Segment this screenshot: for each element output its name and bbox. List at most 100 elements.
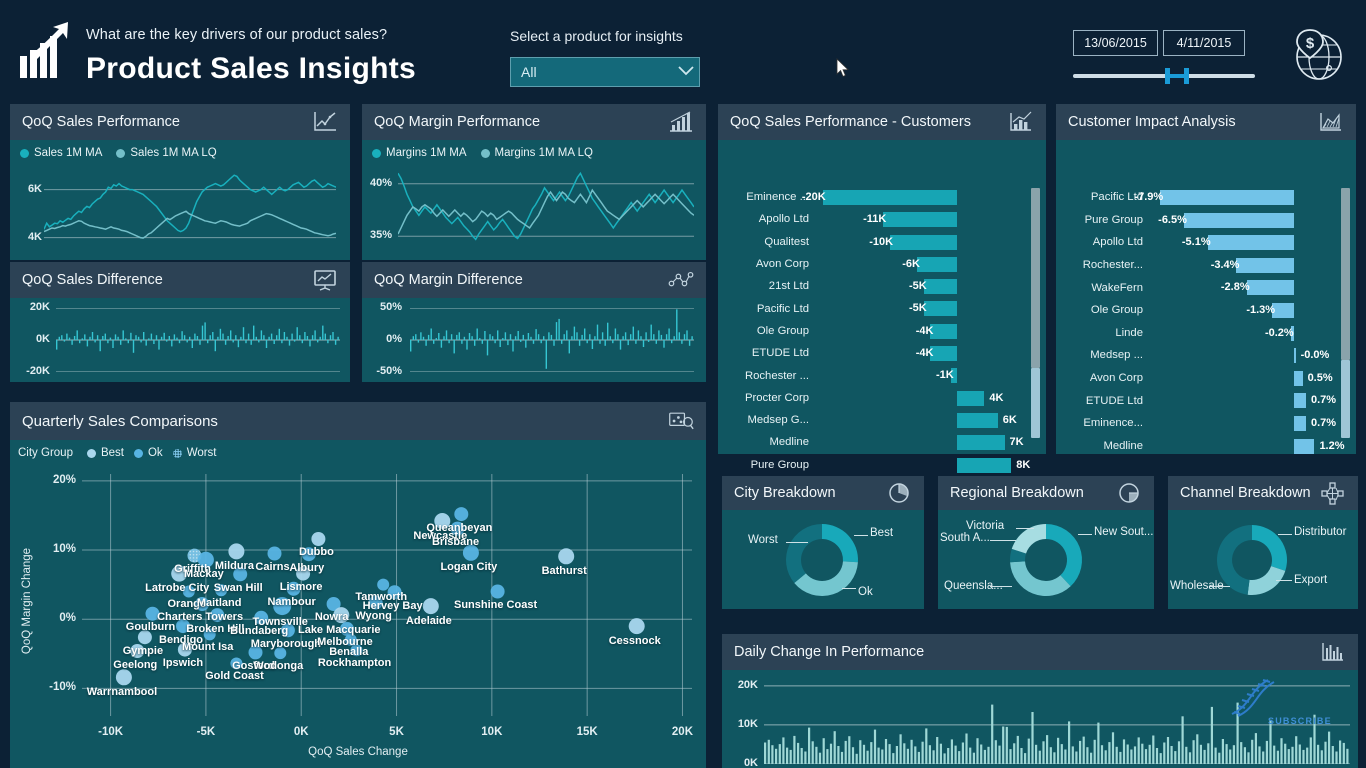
- scrollbar-lower[interactable]: [1031, 368, 1040, 438]
- date-slider-track[interactable]: [1073, 74, 1255, 78]
- panel-qoq-sales-difference[interactable]: QoQ Sales Difference 20K 0K -20K: [10, 262, 350, 382]
- bar[interactable]: [1294, 370, 1303, 386]
- bar-row[interactable]: Medsep G... 6K: [724, 409, 1024, 431]
- donut-slice[interactable]: [794, 561, 858, 596]
- bar[interactable]: [957, 412, 998, 428]
- scatter-point[interactable]: [267, 546, 282, 561]
- bar-row[interactable]: Medsep ... -0.0%: [1062, 344, 1334, 367]
- scatter-point[interactable]: [377, 578, 390, 591]
- legend-item[interactable]: Margins 1M MA: [372, 147, 467, 159]
- bar[interactable]: [1183, 212, 1295, 228]
- bar-row[interactable]: Eminence ... -20K: [724, 186, 1024, 208]
- bar[interactable]: [883, 212, 958, 228]
- scatter-point[interactable]: [628, 618, 645, 635]
- bar-row[interactable]: Ole Group -4K: [724, 320, 1024, 342]
- donut-slice[interactable]: [786, 524, 822, 583]
- bar-row[interactable]: Eminence... 0.7%: [1062, 412, 1336, 435]
- bar-row[interactable]: 21st Ltd -5K: [724, 275, 1024, 297]
- bar-row[interactable]: Pure Group -6.5%: [1062, 209, 1334, 232]
- bar[interactable]: [923, 301, 958, 317]
- bar[interactable]: [1294, 415, 1306, 431]
- donut-slice[interactable]: [1252, 525, 1287, 571]
- bar[interactable]: [1160, 190, 1295, 205]
- scrollbar-track[interactable]: [1031, 188, 1040, 438]
- panel-qoq-margin-difference[interactable]: QoQ Margin Difference 50% 0% -50%: [362, 262, 706, 382]
- legend-item[interactable]: Best: [86, 447, 124, 459]
- bar[interactable]: [1236, 257, 1295, 273]
- bar-row[interactable]: Medline 7K: [724, 431, 1024, 453]
- legend-item[interactable]: Sales 1M MA LQ: [116, 147, 217, 159]
- panel-channel-breakdown[interactable]: Channel Breakdown Distributor Export Whole…: [1168, 476, 1358, 609]
- bar[interactable]: [957, 435, 1005, 451]
- bar-row[interactable]: Procter Corp 4K: [724, 387, 1024, 409]
- bar[interactable]: [930, 346, 958, 362]
- bar[interactable]: [957, 457, 1012, 473]
- date-slider-handle[interactable]: [1165, 68, 1189, 84]
- bar-row[interactable]: Pacific Ltd -7.9%: [1062, 186, 1334, 209]
- scatter-point[interactable]: [115, 669, 132, 686]
- bar[interactable]: [1246, 280, 1295, 296]
- date-to-field[interactable]: 4/11/2015: [1163, 30, 1245, 56]
- x-axis-title: QoQ Sales Change: [308, 746, 408, 758]
- legend-item[interactable]: Sales 1M MA: [20, 147, 102, 159]
- donut-slice[interactable]: [822, 524, 858, 563]
- bar[interactable]: [923, 279, 958, 295]
- legend-label: Worst: [186, 447, 217, 459]
- bar-row[interactable]: Qualitest -10K: [724, 231, 1024, 253]
- bar[interactable]: [1294, 393, 1306, 409]
- bar-row[interactable]: Linde -0.2%: [1062, 322, 1334, 345]
- panel-title: Regional Breakdown: [950, 485, 1084, 501]
- panel-regional-breakdown[interactable]: Regional Breakdown New Sout... Queensla..…: [938, 476, 1154, 609]
- legend-item[interactable]: Worst: [172, 447, 217, 459]
- bar-row[interactable]: Medline 1.2%: [1062, 435, 1345, 458]
- panel-quarterly-sales-comparisons[interactable]: Quarterly Sales Comparisons City Group B…: [10, 402, 706, 768]
- panel-qoq-sales-performance[interactable]: QoQ Sales Performance Sales 1M MA Sales …: [10, 104, 350, 260]
- bar-row[interactable]: Ole Group -1.3%: [1062, 299, 1334, 322]
- bar[interactable]: [890, 234, 958, 250]
- scatter-point[interactable]: [422, 598, 439, 615]
- scrollbar-lower[interactable]: [1341, 360, 1350, 438]
- panel-city-breakdown[interactable]: City Breakdown Best Ok Worst: [722, 476, 924, 609]
- product-slicer[interactable]: All: [510, 57, 700, 87]
- scrollbar-thumb[interactable]: [1031, 188, 1040, 368]
- panel-qoq-margin-performance[interactable]: QoQ Margin Performance Margins 1M MA Mar…: [362, 104, 706, 260]
- bar-row[interactable]: Rochester... -3.4%: [1062, 254, 1334, 277]
- donut-slice[interactable]: [1010, 561, 1071, 596]
- bar[interactable]: [822, 190, 958, 205]
- bar-row[interactable]: WakeFern -2.8%: [1062, 276, 1334, 299]
- bar-row[interactable]: Apollo Ltd -11K: [724, 208, 1024, 230]
- panel-qoq-sales-performance-customers[interactable]: QoQ Sales Performance - Customers Eminen…: [718, 104, 1046, 473]
- bar[interactable]: [930, 323, 958, 339]
- legend-item[interactable]: Ok: [133, 447, 163, 459]
- bar-row[interactable]: Avon Corp -6K: [724, 253, 1024, 275]
- bar[interactable]: [1294, 348, 1296, 364]
- scatter-point[interactable]: [490, 584, 505, 599]
- scatter-point[interactable]: [558, 548, 575, 565]
- bar-row[interactable]: Pure Group 8K: [724, 454, 1030, 476]
- bar-row[interactable]: ETUDE Ltd -4K: [724, 342, 1024, 364]
- donut-slice[interactable]: [1046, 524, 1082, 587]
- bar-row[interactable]: Rochester ... -1K: [724, 364, 1024, 386]
- date-range-slicer[interactable]: 13/06/2015 4/11/2015: [1073, 30, 1258, 85]
- scrollbar-track[interactable]: [1341, 188, 1350, 438]
- bar-row[interactable]: Avon Corp 0.5%: [1062, 367, 1334, 390]
- bar-row[interactable]: ETUDE Ltd 0.7%: [1062, 389, 1336, 412]
- bar[interactable]: [1272, 302, 1295, 318]
- bar[interactable]: [917, 256, 958, 272]
- bar[interactable]: [1207, 235, 1295, 251]
- scrollbar-thumb[interactable]: [1341, 188, 1350, 360]
- legend-item[interactable]: Margins 1M MA LQ: [480, 147, 593, 159]
- bar[interactable]: [957, 390, 985, 406]
- donut-chart: Distributor Export Wholesale: [1168, 510, 1358, 609]
- bar[interactable]: [1294, 438, 1315, 454]
- date-from-field[interactable]: 13/06/2015: [1073, 30, 1158, 56]
- bar-row[interactable]: Apollo Ltd -5.1%: [1062, 231, 1334, 254]
- node-graph-icon: [668, 271, 694, 287]
- panel-daily-change-in-performance[interactable]: Daily Change In Performance SUBSCRIBE 20…: [722, 634, 1358, 768]
- scatter-point[interactable]: [311, 532, 326, 546]
- scatter-point[interactable]: [454, 507, 469, 522]
- bar-row[interactable]: Pacific Ltd -5K: [724, 297, 1024, 319]
- panel-customer-impact-analysis[interactable]: Customer Impact Analysis Pacific Ltd -7.9…: [1056, 104, 1356, 454]
- presentation-chart-icon: [314, 270, 336, 291]
- scatter-point[interactable]: [228, 543, 245, 560]
